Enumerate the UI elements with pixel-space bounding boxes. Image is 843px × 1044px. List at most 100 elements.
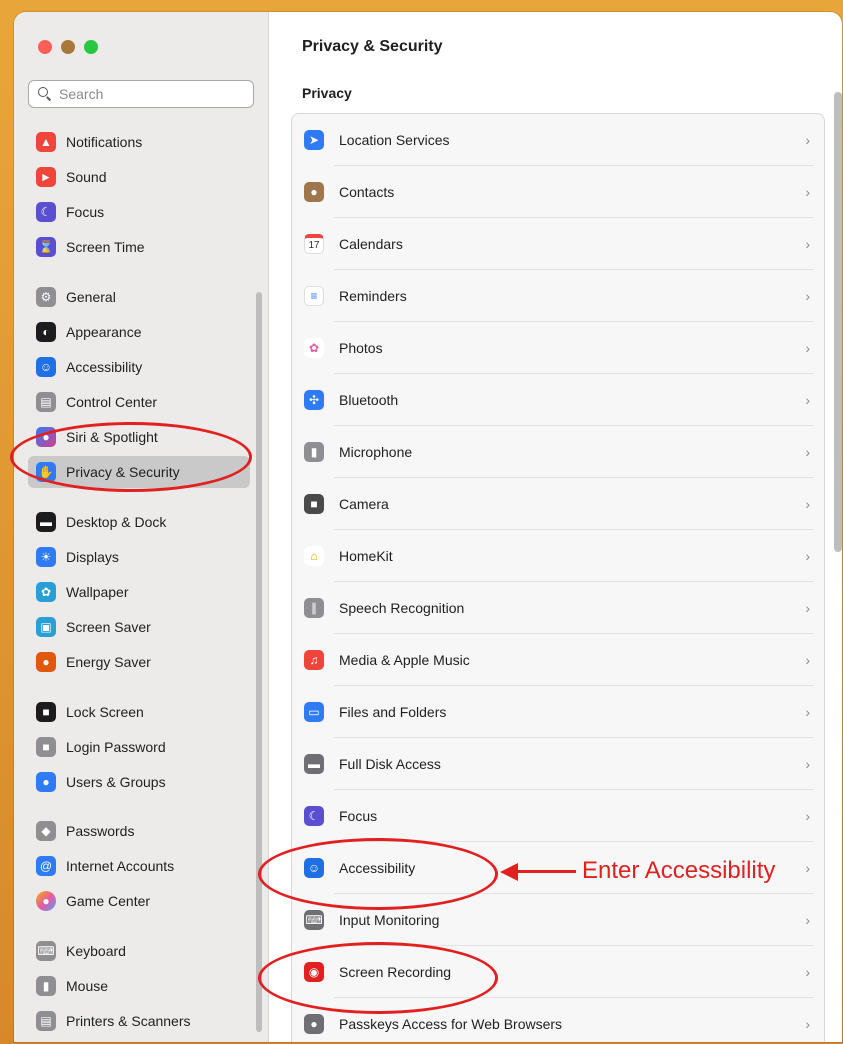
padlock-icon: ■	[36, 737, 56, 757]
privacy-row-focus[interactable]: ☾ Focus ›	[292, 790, 824, 842]
annotation-circle-privacy-security	[10, 422, 252, 492]
sidebar-item-screen-saver[interactable]: ▣ Screen Saver	[28, 611, 250, 643]
sidebar-item-appearance[interactable]: ◐ Appearance	[28, 316, 250, 348]
mouse-icon: ▮	[36, 976, 56, 996]
sidebar-scrollbar[interactable]	[256, 292, 262, 1032]
row-label: Reminders	[339, 288, 407, 304]
row-label: HomeKit	[339, 548, 393, 564]
gamecenter-icon: ●	[36, 891, 56, 911]
annotation-arrow-line	[516, 870, 576, 873]
sidebar-item-screen-time[interactable]: ⌛ Screen Time	[28, 231, 250, 263]
sidebar-item-users-groups[interactable]: ● Users & Groups	[28, 766, 250, 798]
sidebar-item-label: Lock Screen	[66, 704, 144, 720]
lock-icon: ■	[36, 702, 56, 722]
privacy-row-contacts[interactable]: ● Contacts ›	[292, 166, 824, 218]
sidebar-item-label: General	[66, 289, 116, 305]
sun-icon: ☀	[36, 547, 56, 567]
screensaver-icon: ▣	[36, 617, 56, 637]
search-field[interactable]	[28, 80, 254, 108]
search-input[interactable]	[57, 85, 251, 103]
sidebar-item-wallpaper[interactable]: ✿ Wallpaper	[28, 576, 250, 608]
privacy-row-bluetooth[interactable]: ✣ Bluetooth ›	[292, 374, 824, 426]
sidebar-item-notifications[interactable]: ▲ Notifications	[28, 126, 250, 158]
annotation-text: Enter Accessibility	[582, 857, 776, 884]
dock-icon: ▬	[36, 512, 56, 532]
chevron-right-icon: ›	[805, 444, 810, 460]
sidebar-item-passwords[interactable]: ◆ Passwords	[28, 815, 250, 847]
sidebar-item-game-center[interactable]: ● Game Center	[28, 885, 250, 917]
chevron-right-icon: ›	[805, 860, 810, 876]
main-scrollbar[interactable]	[834, 92, 842, 552]
privacy-row-camera[interactable]: ■ Camera ›	[292, 478, 824, 530]
row-label: Speech Recognition	[339, 600, 465, 616]
bell-icon: ▲	[36, 132, 56, 152]
speaker-icon: ►	[36, 167, 56, 187]
chevron-right-icon: ›	[805, 288, 810, 304]
sidebar-item-sound[interactable]: ► Sound	[28, 161, 250, 193]
sidebar-item-energy-saver[interactable]: ● Energy Saver	[28, 646, 250, 678]
sidebar-item-keyboard[interactable]: ⌨ Keyboard	[28, 935, 250, 967]
minimize-button[interactable]	[61, 40, 75, 54]
privacy-row-files-folders[interactable]: ▭ Files and Folders ›	[292, 686, 824, 738]
calendar-icon: 17	[304, 234, 324, 254]
chevron-right-icon: ›	[805, 132, 810, 148]
sidebar-item-label: Notifications	[66, 134, 143, 150]
privacy-row-full-disk-access[interactable]: ▬ Full Disk Access ›	[292, 738, 824, 790]
sidebar-item-lock-screen[interactable]: ■ Lock Screen	[28, 696, 250, 728]
chevron-right-icon: ›	[805, 652, 810, 668]
row-label: Location Services	[339, 132, 450, 148]
printer-icon: ▤	[36, 1011, 56, 1031]
sidebar-item-internet-accounts[interactable]: @ Internet Accounts	[28, 850, 250, 882]
privacy-row-speech-recognition[interactable]: ∥ Speech Recognition ›	[292, 582, 824, 634]
sidebar-item-general[interactable]: ⚙ General	[28, 281, 250, 313]
privacy-row-photos[interactable]: ✿ Photos ›	[292, 322, 824, 374]
contacts-icon: ●	[304, 182, 324, 202]
chevron-right-icon: ›	[805, 756, 810, 772]
privacy-row-media-apple-music[interactable]: ♫ Media & Apple Music ›	[292, 634, 824, 686]
sidebar-item-label: Desktop & Dock	[66, 514, 167, 530]
privacy-row-homekit[interactable]: ⌂ HomeKit ›	[292, 530, 824, 582]
privacy-row-location-services[interactable]: ➤ Location Services ›	[292, 114, 824, 166]
row-label: Passkeys Access for Web Browsers	[339, 1016, 563, 1032]
folder-icon: ▭	[304, 702, 324, 722]
sidebar-item-control-center[interactable]: ▤ Control Center	[28, 386, 250, 418]
sidebar-item-label: Appearance	[66, 324, 142, 340]
annotation-circle-accessibility	[258, 838, 498, 910]
appearance-icon: ◐	[36, 322, 56, 342]
row-label: Bluetooth	[339, 392, 399, 408]
bulb-icon: ●	[36, 652, 56, 672]
zoom-button[interactable]	[84, 40, 98, 54]
privacy-row-reminders[interactable]: ≡ Reminders ›	[292, 270, 824, 322]
chevron-right-icon: ›	[805, 912, 810, 928]
sidebar: ▲ Notifications ► Sound ☾ Focus ⌛ Screen…	[14, 12, 269, 1042]
row-label: Full Disk Access	[339, 756, 441, 772]
sidebar-item-label: Passwords	[66, 823, 135, 839]
privacy-row-calendars[interactable]: 17 Calendars ›	[292, 218, 824, 270]
close-button[interactable]	[38, 40, 52, 54]
sidebar-item-displays[interactable]: ☀ Displays	[28, 541, 250, 573]
chevron-right-icon: ›	[805, 236, 810, 252]
row-label: Camera	[339, 496, 389, 512]
microphone-icon: ▮	[304, 442, 324, 462]
moon-icon: ☾	[36, 202, 56, 222]
window-controls	[38, 40, 98, 54]
sidebar-item-focus[interactable]: ☾ Focus	[28, 196, 250, 228]
location-arrow-icon: ➤	[304, 130, 324, 150]
sidebar-item-label: Wallpaper	[66, 584, 129, 600]
sidebar-item-accessibility[interactable]: ☺ Accessibility	[28, 351, 250, 383]
privacy-row-microphone[interactable]: ▮ Microphone ›	[292, 426, 824, 478]
sidebar-item-label: Control Center	[66, 394, 158, 410]
flower-icon: ✿	[36, 582, 56, 602]
sidebar-item-mouse[interactable]: ▮ Mouse	[28, 970, 250, 1002]
sidebar-item-label: Accessibility	[66, 359, 143, 375]
key-icon: ◆	[36, 821, 56, 841]
sidebar-item-desktop-dock[interactable]: ▬ Desktop & Dock	[28, 506, 250, 538]
sidebar-item-label: Internet Accounts	[66, 858, 175, 874]
row-label: Input Monitoring	[339, 912, 440, 928]
sidebar-item-printers-scanners[interactable]: ▤ Printers & Scanners	[28, 1005, 250, 1037]
moon-icon: ☾	[304, 806, 324, 826]
toggles-icon: ▤	[36, 392, 56, 412]
sidebar-item-login-password[interactable]: ■ Login Password	[28, 731, 250, 763]
keyboard-icon: ⌨	[36, 941, 56, 961]
accessibility-icon: ☺	[36, 357, 56, 377]
